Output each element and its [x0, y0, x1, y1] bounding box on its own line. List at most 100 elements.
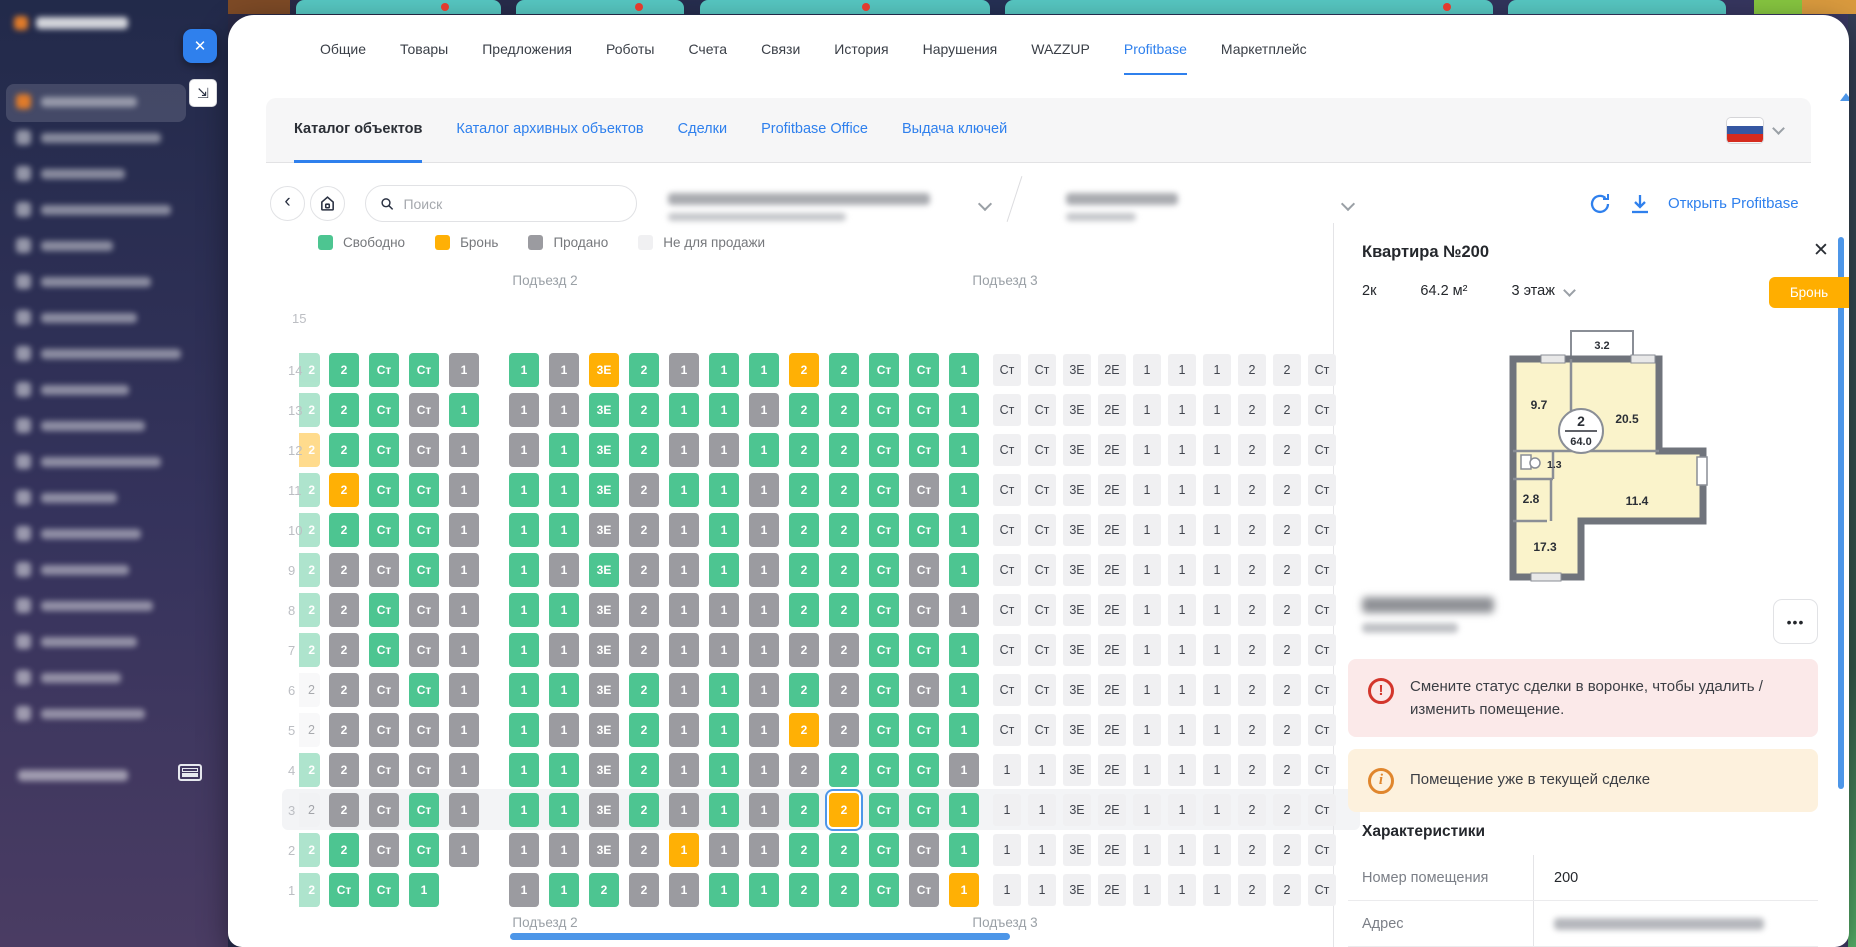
apartment-cell[interactable]: 2	[789, 393, 819, 427]
apartment-cell[interactable]: 2	[1238, 594, 1266, 626]
apartment-cell[interactable]: Ст	[1308, 394, 1336, 426]
apartment-cell[interactable]: Ст	[409, 473, 439, 507]
apartment-cell[interactable]: 1	[949, 553, 979, 587]
apartment-cell[interactable]: Ст	[869, 513, 899, 547]
apartment-cell[interactable]: 2Е	[1098, 594, 1126, 626]
apartment-cell[interactable]: 1	[549, 593, 579, 627]
subtab-pb-office[interactable]: Profitbase Office	[761, 98, 868, 163]
redacted-sidebar-item[interactable]	[16, 166, 125, 181]
apartment-cell[interactable]: 2	[789, 593, 819, 627]
apartment-cell[interactable]: 2	[789, 433, 819, 467]
apartment-cell[interactable]: Ст	[909, 833, 939, 867]
apartment-cell[interactable]: Ст	[1028, 714, 1056, 746]
apartment-cell[interactable]: 2	[829, 553, 859, 587]
apartment-cell[interactable]: 1	[1133, 554, 1161, 586]
apartment-cell[interactable]: 1	[549, 433, 579, 467]
apartment-cell[interactable]: Ст	[869, 753, 899, 787]
refresh-icon[interactable]	[1588, 192, 1612, 216]
apartment-cell[interactable]: Ст	[1028, 674, 1056, 706]
apartment-cell[interactable]: 2	[829, 433, 859, 467]
apartment-cell[interactable]: 1	[669, 633, 699, 667]
apartment-cell[interactable]: 2	[629, 673, 659, 707]
apartment-cell[interactable]: 3Е	[1063, 794, 1091, 826]
apartment-cell[interactable]: 2	[1273, 514, 1301, 546]
tab-istoriya[interactable]: История	[834, 17, 888, 75]
apartment-cell[interactable]: 1	[709, 593, 739, 627]
apartment-cell[interactable]: 1	[669, 713, 699, 747]
apartment-cell[interactable]: Ст	[1308, 794, 1336, 826]
redacted-sidebar-item[interactable]	[16, 598, 153, 613]
apartment-cell[interactable]: 1	[1203, 394, 1231, 426]
apartment-cell[interactable]: 3Е	[1063, 594, 1091, 626]
apartment-cell[interactable]: 2	[1273, 474, 1301, 506]
tab-profitbase[interactable]: Profitbase	[1124, 17, 1187, 75]
tab-roboty[interactable]: Роботы	[606, 17, 654, 75]
apartment-cell[interactable]: Ст	[993, 434, 1021, 466]
apartment-cell[interactable]: Ст	[909, 793, 939, 827]
apartment-cell[interactable]: 1	[669, 393, 699, 427]
apartment-cell[interactable]: 2	[1273, 874, 1301, 906]
panel-close-icon[interactable]: ✕	[1813, 239, 1829, 262]
apartment-cell[interactable]: 1	[709, 473, 739, 507]
apartment-cell[interactable]: 1	[709, 833, 739, 867]
apartment-cell[interactable]: 2	[829, 793, 859, 827]
browser-tab[interactable]	[1005, 0, 1493, 14]
apartment-cell[interactable]: 3Е	[589, 793, 619, 827]
apartment-cell[interactable]: Ст	[369, 433, 399, 467]
apartment-cell[interactable]: 1	[949, 713, 979, 747]
apartment-cell[interactable]: Ст	[869, 833, 899, 867]
apartment-cell[interactable]: Ст	[369, 833, 399, 867]
apartment-cell[interactable]: 2	[829, 353, 859, 387]
apartment-cell[interactable]: 1	[509, 473, 539, 507]
apartment-cell[interactable]: Ст	[993, 674, 1021, 706]
apartment-cell[interactable]: 1	[1203, 554, 1231, 586]
apartment-cell[interactable]: Ст	[369, 593, 399, 627]
apartment-cell[interactable]: 3Е	[1063, 634, 1091, 666]
apartment-cell[interactable]: 1	[1028, 874, 1056, 906]
apartment-cell[interactable]: 1	[749, 393, 779, 427]
redacted-sidebar-item[interactable]	[16, 490, 117, 505]
apartment-cell[interactable]: 1	[509, 833, 539, 867]
apartment-cell[interactable]: 1	[1203, 834, 1231, 866]
apartment-cell[interactable]: Ст	[909, 393, 939, 427]
apartment-cell[interactable]: 1	[449, 513, 479, 547]
apartment-cell[interactable]: 3Е	[1063, 354, 1091, 386]
apartment-cell[interactable]: 1	[1168, 354, 1196, 386]
redacted-sidebar-item[interactable]	[16, 346, 181, 361]
apartment-cell[interactable]: 1	[509, 593, 539, 627]
apartment-cell[interactable]: 1	[1168, 714, 1196, 746]
apartment-cell[interactable]: 2	[1238, 714, 1266, 746]
apartment-cell[interactable]: Ст	[409, 553, 439, 587]
apartment-cell[interactable]: 1	[949, 833, 979, 867]
apartment-cell[interactable]: 2	[1273, 554, 1301, 586]
apartment-cell[interactable]: 1	[749, 713, 779, 747]
apartment-cell[interactable]: 2	[829, 633, 859, 667]
tab-svyazi[interactable]: Связи	[761, 17, 800, 75]
apartment-cell[interactable]: 2	[789, 513, 819, 547]
apartment-cell[interactable]: 1	[669, 473, 699, 507]
apartment-cell[interactable]: Ст	[369, 393, 399, 427]
apartment-cell[interactable]: 1	[549, 553, 579, 587]
apartment-cell[interactable]: 2Е	[1098, 634, 1126, 666]
apartment-cell[interactable]: Ст	[409, 593, 439, 627]
apartment-cell[interactable]: 1	[949, 513, 979, 547]
apartment-cell[interactable]: Ст	[909, 673, 939, 707]
apartment-cell[interactable]: 2	[789, 833, 819, 867]
apartment-cell[interactable]: 1	[749, 833, 779, 867]
collapse-button[interactable]: ⇲	[189, 79, 217, 107]
apartment-cell[interactable]: 2	[1238, 514, 1266, 546]
apartment-cell[interactable]: 1	[949, 393, 979, 427]
apartment-cell[interactable]: Ст	[1308, 514, 1336, 546]
apartment-cell[interactable]: 1	[409, 873, 439, 907]
apartment-cell[interactable]: Ст	[1028, 634, 1056, 666]
apartment-cell[interactable]: Ст	[409, 393, 439, 427]
apartment-cell[interactable]: 1	[509, 713, 539, 747]
apartment-cell[interactable]: 2	[629, 633, 659, 667]
apartment-cell[interactable]: 1	[1203, 874, 1231, 906]
apartment-cell[interactable]: 1	[669, 833, 699, 867]
apartment-cell[interactable]: 2Е	[1098, 674, 1126, 706]
apartment-cell[interactable]: 1	[509, 753, 539, 787]
apartment-cell[interactable]: 1	[549, 473, 579, 507]
apartment-cell[interactable]: Ст	[1028, 514, 1056, 546]
apartment-cell[interactable]: 1	[1168, 594, 1196, 626]
